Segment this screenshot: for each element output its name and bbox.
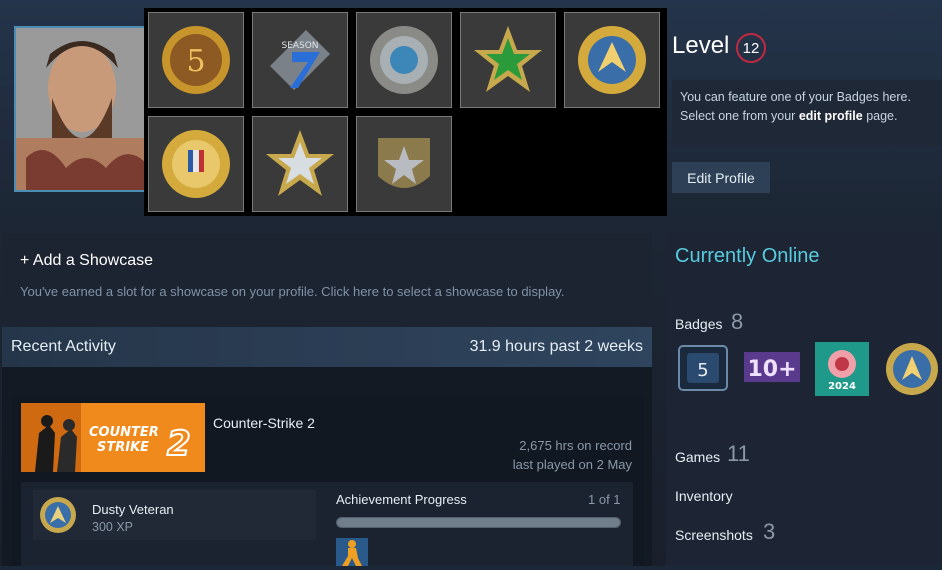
silver-star-icon <box>266 130 334 196</box>
feature-hint-line2: Select one from your edit profile page. <box>680 107 934 126</box>
gold-major-icon <box>162 130 230 198</box>
sidebar-badge-10-plus[interactable]: 10+ <box>744 342 800 396</box>
badges-count: 8 <box>731 309 744 334</box>
add-showcase-panel[interactable]: + Add a Showcase You've earned a slot fo… <box>2 233 652 315</box>
recent-activity-title: Recent Activity <box>11 338 116 355</box>
svg-text:2024: 2024 <box>828 381 856 392</box>
svg-text:STRIKE: STRIKE <box>97 440 149 455</box>
add-showcase-description: You've earned a slot for a showcase on y… <box>20 284 565 299</box>
gold-service-icon <box>578 26 646 94</box>
veteran-coin-icon: 5 <box>162 26 230 94</box>
achievement-progress-count: 1 of 1 <box>588 492 621 507</box>
achievement-unlocked-icon[interactable] <box>336 538 368 566</box>
achievement-progress-bar <box>336 517 621 528</box>
achievement-name: Dusty Veteran <box>92 502 174 517</box>
badge-option-silver-coin[interactable] <box>356 12 452 108</box>
games-count: 11 <box>727 441 750 466</box>
profile-level-label: Level <box>672 32 730 59</box>
feature-hint-suffix: page. <box>862 109 898 123</box>
edit-profile-link[interactable]: edit profile <box>799 109 863 123</box>
recent-activity-header: Recent Activity 31.9 hours past 2 weeks <box>2 327 652 367</box>
badge-option-gold-major[interactable] <box>148 116 244 212</box>
feature-hint-line1: You can feature one of your Badges here. <box>680 90 911 104</box>
featured-badge-picker: 5 SEASON <box>144 8 667 216</box>
sidebar-badge-steam-2024[interactable]: 2024 <box>815 342 869 396</box>
screenshots-link[interactable]: Screenshots <box>675 527 753 543</box>
five-year-badge-icon: 5 <box>678 345 728 391</box>
svg-text:COUNTER: COUNTER <box>89 425 159 440</box>
achievement-progress-fill <box>337 518 620 527</box>
avatar-photo <box>16 28 144 190</box>
ten-plus-badge-icon: 10+ <box>744 352 800 382</box>
badge-option-gold-service[interactable] <box>564 12 660 108</box>
counter-strike-logo: COUNTER STRIKE 2 <box>21 403 205 472</box>
recent-activity-hours: 31.9 hours past 2 weeks <box>469 338 643 355</box>
sidebar-badge-5-year[interactable]: 5 <box>677 342 731 396</box>
achievement-item[interactable] <box>33 490 316 540</box>
badge-option-5-year-veteran[interactable]: 5 <box>148 12 244 108</box>
badge-option-season-7[interactable]: SEASON <box>252 12 348 108</box>
green-star-icon <box>474 26 542 92</box>
profile-level-badge[interactable]: 12 <box>736 33 766 63</box>
game-capsule-image[interactable]: COUNTER STRIKE 2 <box>21 403 205 472</box>
army-star-shield-icon <box>378 138 430 188</box>
sidebar-badge-cs-service[interactable] <box>885 342 939 396</box>
edit-profile-button[interactable]: Edit Profile <box>672 162 770 193</box>
achievement-xp: 300 XP <box>92 520 134 534</box>
game-name-link[interactable]: Counter-Strike 2 <box>213 415 315 431</box>
badge-option-green-star[interactable] <box>460 12 556 108</box>
running-soldier-icon <box>336 538 368 566</box>
screenshots-count: 3 <box>763 519 776 544</box>
svg-text:2: 2 <box>167 424 191 464</box>
online-status: Currently Online <box>675 245 820 267</box>
dusty-veteran-icon <box>40 497 76 533</box>
svg-text:5: 5 <box>697 360 708 381</box>
steam-2024-badge-icon: 2024 <box>815 342 869 396</box>
hours-on-record: 2,675 hrs on record <box>519 438 632 453</box>
add-showcase-title: + Add a Showcase <box>20 252 153 269</box>
inventory-link[interactable]: Inventory <box>675 488 733 504</box>
silver-coin-icon <box>370 26 438 94</box>
badges-link[interactable]: Badges <box>675 316 722 332</box>
badge-option-silver-star[interactable] <box>252 116 348 212</box>
svg-text:5: 5 <box>186 44 205 79</box>
profile-sidebar <box>666 233 942 566</box>
last-played: last played on 2 May <box>512 457 632 472</box>
achievement-progress-label: Achievement Progress <box>336 492 467 507</box>
game-playtime: 2,675 hrs on record last played on 2 May <box>513 436 632 474</box>
svg-text:10+: 10+ <box>747 357 796 382</box>
cs-service-medal-icon <box>886 343 938 395</box>
season-badge-icon: SEASON <box>270 30 330 90</box>
profile-avatar[interactable] <box>14 26 146 192</box>
badge-option-army-star[interactable] <box>356 116 452 212</box>
games-link[interactable]: Games <box>675 449 720 465</box>
feature-hint-prefix: Select one from your <box>680 109 799 123</box>
feature-badge-hint: You can feature one of your Badges here.… <box>672 80 942 146</box>
svg-text:SEASON: SEASON <box>281 41 318 51</box>
